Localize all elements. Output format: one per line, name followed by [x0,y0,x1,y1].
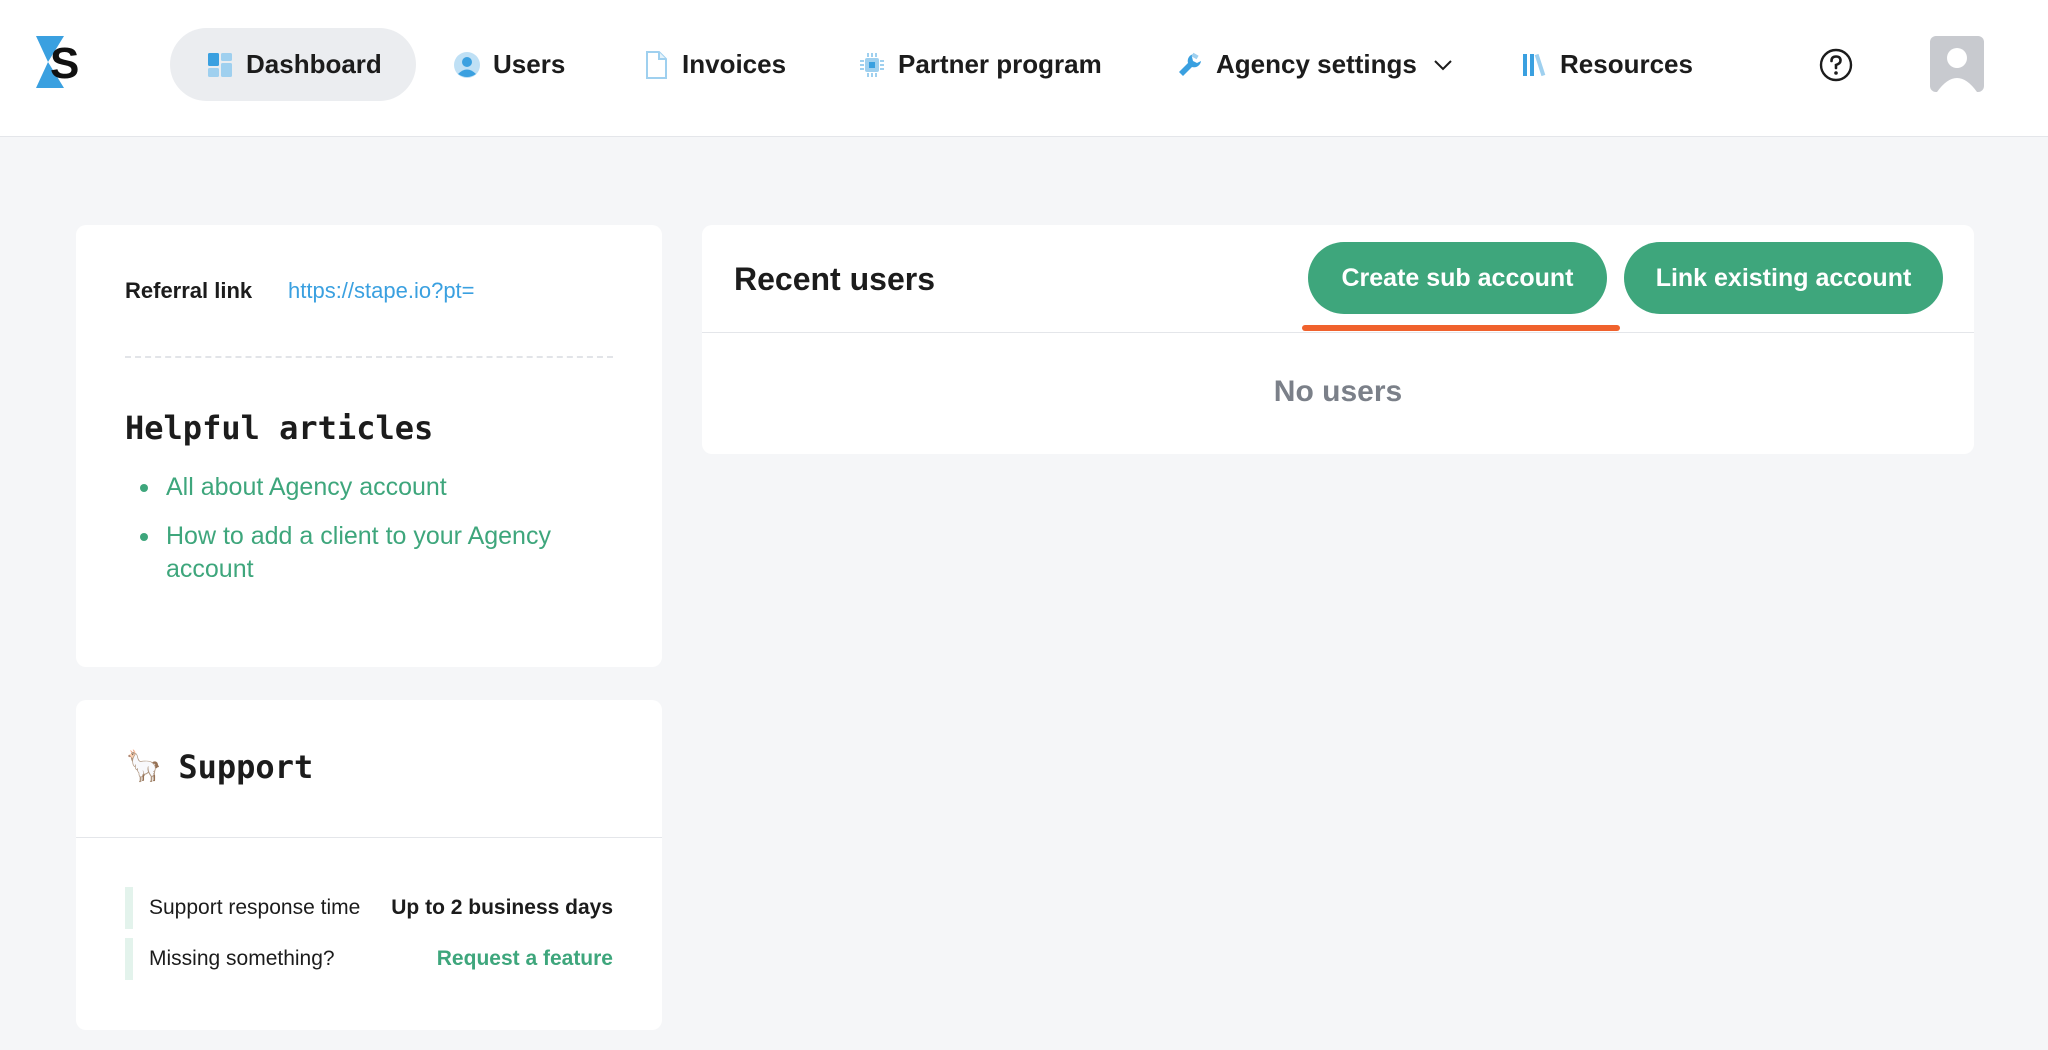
nav-label-agency-settings: Agency settings [1216,49,1417,79]
support-response-value: Up to 2 business days [391,896,613,919]
referral-link[interactable]: https://stape.io?pt= [288,278,475,304]
support-card: 🦙 Support Support response time Up to 2 … [76,700,662,1030]
empty-state-text: No users [1273,375,1403,408]
document-icon [642,50,670,79]
nav-item-invoices[interactable]: Invoices [642,28,786,101]
article-link-agency-account[interactable]: All about Agency account [166,473,447,501]
nav-item-users[interactable]: Users [453,28,565,101]
nav-label-dashboard: Dashboard [246,49,382,79]
referral-link-label: Referral link [125,278,253,303]
support-header: 🦙 Support [125,748,313,786]
recent-users-card: Recent users Create sub account Link exi… [702,225,1974,454]
nav-label-partner-program: Partner program [898,49,1102,79]
chevron-down-icon [1429,51,1457,79]
nav-item-partner-program[interactable]: Partner program [858,28,1102,101]
llama-icon: 🦙 [125,750,163,783]
chip-icon [858,51,886,79]
stape-logo-icon[interactable]: S [34,34,88,90]
create-sub-account-button[interactable]: Create sub account [1308,242,1607,314]
top-navigation-bar: S Dashboard Users Invoices Partner progr… [0,0,2048,137]
list-item: How to add a client to your Agency accou… [125,520,613,586]
nav-label-resources: Resources [1560,49,1693,79]
support-title: Support [178,748,314,786]
nav-label-users: Users [493,49,566,79]
support-response-label: Support response time [149,896,361,919]
link-existing-account-button[interactable]: Link existing account [1624,242,1943,314]
wrench-icon [1176,51,1204,79]
nav-item-resources[interactable]: Resources [1520,28,1693,101]
dashed-divider [125,356,613,358]
request-feature-link[interactable]: Request a feature [437,947,613,971]
question-circle-icon[interactable] [1819,48,1853,82]
nav-item-dashboard[interactable]: Dashboard [170,28,416,101]
article-link-add-client[interactable]: How to add a client to your Agency accou… [166,522,551,583]
helpful-articles-title: Helpful articles [125,409,434,447]
missing-something-row: Missing something? Request a feature [125,938,613,980]
library-icon [1520,51,1548,79]
nav-label-invoices: Invoices [682,49,787,79]
support-divider [76,837,662,838]
recent-users-title: Recent users [734,261,935,297]
users-divider [702,332,1974,333]
highlight-underline [1302,325,1620,331]
user-circle-icon [453,51,481,79]
list-item: All about Agency account [125,471,613,504]
articles-list: All about Agency account How to add a cl… [125,471,613,602]
nav-item-agency-settings[interactable]: Agency settings [1176,28,1457,101]
svg-text:S: S [50,39,79,88]
dashboard-icon [206,51,234,79]
referral-card: Referral link https://stape.io?pt= Helpf… [76,225,662,667]
missing-something-label: Missing something? [149,947,335,970]
support-response-row: Support response time Up to 2 business d… [125,887,613,929]
user-avatar-icon[interactable] [1930,36,1984,92]
